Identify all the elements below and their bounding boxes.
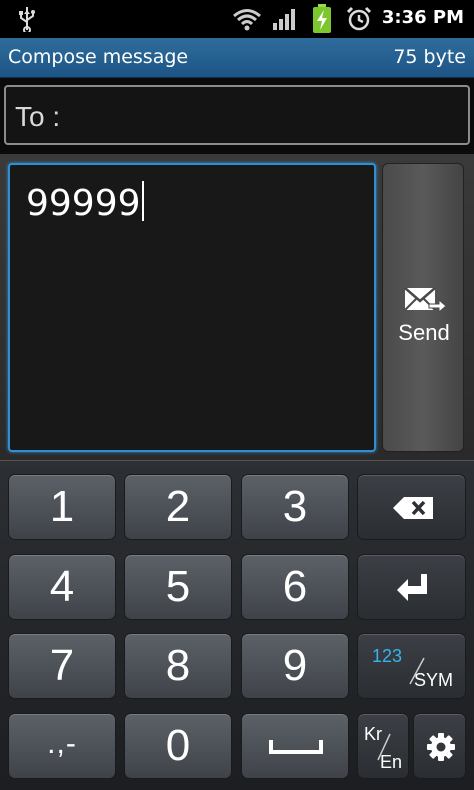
key-9-label: 9 — [282, 641, 308, 690]
symbol-key-sym-label: SYM — [413, 670, 453, 690]
text-cursor — [141, 181, 144, 221]
status-bar: 3:36 PM — [0, 0, 474, 38]
key-5[interactable]: 5 — [124, 554, 232, 620]
numeric-keyboard: 1 2 3 4 5 6 7 8 9 123 SYM .,- 0 Kr En — [0, 460, 474, 790]
space-icon — [269, 740, 323, 754]
send-label: Send — [398, 320, 450, 345]
compose-area: 99999 Send — [0, 154, 474, 460]
key-6-label: 6 — [282, 562, 308, 611]
key-1[interactable]: 1 — [8, 474, 116, 540]
key-6[interactable]: 6 — [241, 554, 349, 620]
symbol-key[interactable]: 123 SYM — [357, 633, 466, 699]
recipient-label: To : — [15, 101, 61, 132]
key-2[interactable]: 2 — [124, 474, 232, 540]
enter-key[interactable] — [357, 554, 466, 620]
key-8[interactable]: 8 — [124, 633, 232, 699]
key-1-label: 1 — [49, 482, 75, 531]
message-input[interactable]: 99999 — [8, 163, 376, 452]
language-key[interactable]: Kr En — [357, 713, 409, 779]
key-9[interactable]: 9 — [241, 633, 349, 699]
key-4-label: 4 — [49, 562, 75, 611]
battery-charging-icon — [313, 4, 331, 33]
enter-icon — [397, 574, 427, 601]
key-3-label: 3 — [282, 482, 308, 531]
title-bar: Compose message 75 byte — [0, 38, 474, 78]
punctuation-key[interactable]: .,- — [8, 713, 116, 779]
recipient-area: To : — [0, 78, 474, 154]
symbol-key-123-label: 123 — [372, 646, 403, 666]
page-title: Compose message — [8, 46, 189, 68]
settings-key[interactable] — [413, 713, 466, 779]
send-button[interactable]: Send — [382, 163, 464, 452]
recipient-input[interactable]: To : — [4, 85, 470, 145]
usb-icon — [19, 7, 35, 32]
backspace-key[interactable] — [357, 474, 466, 540]
settings-gear-icon — [427, 733, 455, 761]
key-4[interactable]: 4 — [8, 554, 116, 620]
send-mail-icon — [404, 287, 447, 314]
message-text: 99999 — [26, 181, 144, 224]
language-key-en-label: En — [380, 752, 403, 772]
key-7-label: 7 — [49, 641, 75, 690]
key-7[interactable]: 7 — [8, 633, 116, 699]
alarm-icon — [346, 6, 372, 31]
signal-icon — [273, 9, 295, 30]
byte-counter: 75 byte — [393, 46, 466, 68]
wifi-icon — [233, 9, 261, 31]
key-0-label: 0 — [165, 721, 191, 770]
key-3[interactable]: 3 — [241, 474, 349, 540]
key-8-label: 8 — [165, 641, 191, 690]
key-2-label: 2 — [165, 482, 191, 531]
key-5-label: 5 — [165, 562, 191, 611]
space-key[interactable] — [241, 713, 349, 779]
status-time: 3:36 PM — [381, 7, 464, 28]
key-0[interactable]: 0 — [124, 713, 232, 779]
punctuation-key-label: .,- — [47, 727, 77, 760]
backspace-icon — [393, 497, 433, 519]
